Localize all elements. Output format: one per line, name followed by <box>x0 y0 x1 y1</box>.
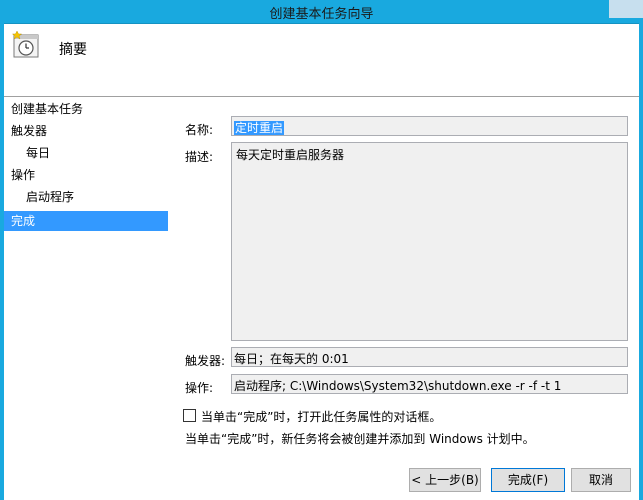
description-label: 描述: <box>185 150 214 164</box>
info-text: 当单击“完成”时，新任务将会被创建并添加到 Windows 计划中。 <box>185 432 535 446</box>
nav-item-trigger[interactable]: 触发器 <box>4 121 47 141</box>
close-button[interactable] <box>609 0 643 18</box>
nav-item-action[interactable]: 操作 <box>4 165 35 185</box>
cancel-button[interactable]: 取消 <box>571 468 631 492</box>
open-properties-label[interactable]: 当单击“完成”时，打开此任务属性的对话框。 <box>201 408 441 425</box>
finish-button[interactable]: 完成(F) <box>491 468 565 492</box>
name-label: 名称: <box>185 123 214 137</box>
nav-item-finish[interactable]: 完成 <box>4 211 168 231</box>
description-field[interactable]: 每天定时重启服务器 <box>231 142 628 341</box>
open-properties-checkbox[interactable] <box>183 409 196 422</box>
trigger-label: 触发器: <box>185 354 226 368</box>
summary-panel: 名称: 定时重启 描述: 每天定时重启服务器 触发器: 每日；在每天的 0:01… <box>176 97 639 500</box>
wizard-header: 摘要 <box>4 24 639 97</box>
window-title: 创建基本任务向导 <box>269 7 374 22</box>
task-clock-icon <box>11 30 39 58</box>
action-field[interactable]: 启动程序; C:\Windows\System32\shutdown.exe -… <box>231 374 628 394</box>
name-value: 定时重启 <box>234 121 285 135</box>
page-title: 摘要 <box>59 42 87 58</box>
name-field[interactable]: 定时重启 <box>231 116 628 136</box>
nav-item-create-basic-task[interactable]: 创建基本任务 <box>4 99 83 119</box>
nav-item-daily[interactable]: 每日 <box>4 143 50 163</box>
trigger-field[interactable]: 每日；在每天的 0:01 <box>231 347 628 367</box>
wizard-nav: 创建基本任务 触发器 每日 操作 启动程序 完成 <box>4 97 176 500</box>
nav-item-start-program[interactable]: 启动程序 <box>4 187 74 207</box>
action-label: 操作: <box>185 381 214 395</box>
back-button[interactable]: < 上一步(B) <box>409 468 481 492</box>
title-bar[interactable]: 创建基本任务向导 <box>0 0 643 24</box>
window-frame-right <box>639 23 643 500</box>
